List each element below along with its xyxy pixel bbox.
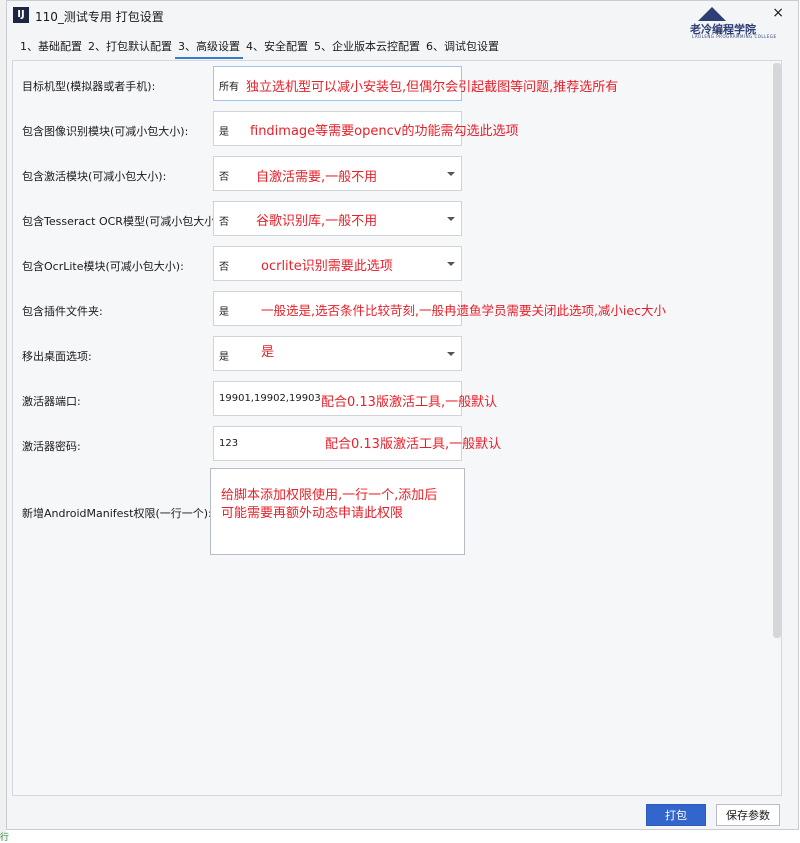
image-recognition-label: 包含图像识别模块(可减小包大小):: [22, 125, 189, 138]
activator-password-value: 123: [219, 438, 239, 449]
ocrlite-module-value: 否: [219, 262, 229, 273]
tab-basic-config[interactable]: 1、基础配置: [17, 39, 85, 57]
tesseract-ocr-label: 包含Tesseract OCR模型(可减小包大小):: [22, 215, 224, 228]
tesseract-ocr-note: 谷歌识别库,一般不用: [256, 214, 378, 229]
permissions-note-line2: 可能需要再额外动态申请此权限: [221, 506, 404, 521]
target-device-label: 目标机型(模拟器或者手机):: [22, 80, 156, 93]
tab-enterprise-cloud-config[interactable]: 5、企业版本云控配置: [311, 39, 423, 57]
remove-desktop-label: 移出桌面选项:: [22, 350, 92, 363]
save-params-button[interactable]: 保存参数: [716, 804, 780, 826]
chevron-down-icon: [447, 352, 455, 356]
target-device-value: 所有: [219, 82, 239, 93]
intellij-app-icon: IJ: [13, 7, 29, 23]
image-recognition-note: findimage等需要opencv的功能需勾选此选项: [250, 124, 519, 139]
tab-pack-default-config[interactable]: 2、打包默认配置: [85, 39, 175, 57]
logo-roof-icon: [698, 7, 726, 21]
watermark-logo: 老冷编程学院 LAOLENG PROGRAMMING COLLEGE: [690, 7, 776, 41]
panel-scrollbar[interactable]: [773, 63, 781, 638]
remove-desktop-value: 是: [219, 352, 229, 363]
activation-module-value: 否: [219, 172, 229, 183]
logo-subtitle: LAOLENG PROGRAMMING COLLEGE: [692, 34, 777, 39]
activator-password-label: 激活器密码:: [22, 440, 81, 453]
ocrlite-module-label: 包含OcrLite模块(可减小包大小):: [22, 260, 184, 273]
remove-desktop-select[interactable]: 是: [213, 336, 462, 371]
target-device-note: 独立选机型可以减小安装包,但偶尔会引起截图等问题,推荐选所有: [246, 80, 619, 95]
tesseract-ocr-value: 否: [219, 217, 229, 228]
activator-port-value: 19901,19902,19903: [219, 393, 321, 404]
build-button[interactable]: 打包: [646, 804, 706, 826]
title-bar: IJ 110_测试专用 打包设置 ×: [7, 1, 798, 29]
permissions-note-line1: 给脚本添加权限使用,一行一个,添加后: [221, 488, 438, 503]
activator-port-note: 配合0.13版激活工具,一般默认: [321, 395, 498, 410]
activation-module-label: 包含激活模块(可减小包大小):: [22, 170, 167, 183]
activator-password-note: 配合0.13版激活工具,一般默认: [325, 437, 502, 452]
background-window-fragment: 行: [0, 833, 10, 843]
activation-module-note: 自激活需要,一般不用: [256, 170, 378, 185]
tab-debug-package-settings[interactable]: 6、调试包设置: [423, 39, 502, 57]
android-manifest-permissions-label: 新增AndroidManifest权限(一行一个):: [22, 507, 212, 520]
plugin-folder-value: 是: [219, 307, 229, 318]
plugin-folder-label: 包含插件文件夹:: [22, 305, 103, 318]
tab-security-config[interactable]: 4、安全配置: [243, 39, 311, 57]
chevron-down-icon: [447, 217, 455, 221]
settings-tabs: 1、基础配置 2、打包默认配置 3、高级设置 4、安全配置 5、企业版本云控配置…: [17, 39, 502, 59]
plugin-folder-note: 一般选是,选否条件比较苛刻,一般冉遗鱼学员需要关闭此选项,减小iec大小: [261, 303, 666, 318]
chevron-down-icon: [447, 172, 455, 176]
remove-desktop-note: 是: [261, 345, 275, 360]
activator-port-label: 激活器端口:: [22, 395, 81, 408]
image-recognition-value: 是: [219, 127, 229, 138]
ocrlite-module-note: ocrlite识别需要此选项: [261, 259, 393, 274]
chevron-down-icon: [447, 262, 455, 266]
window-title: 110_测试专用 打包设置: [35, 10, 164, 24]
tab-advanced-settings[interactable]: 3、高级设置: [175, 39, 243, 59]
